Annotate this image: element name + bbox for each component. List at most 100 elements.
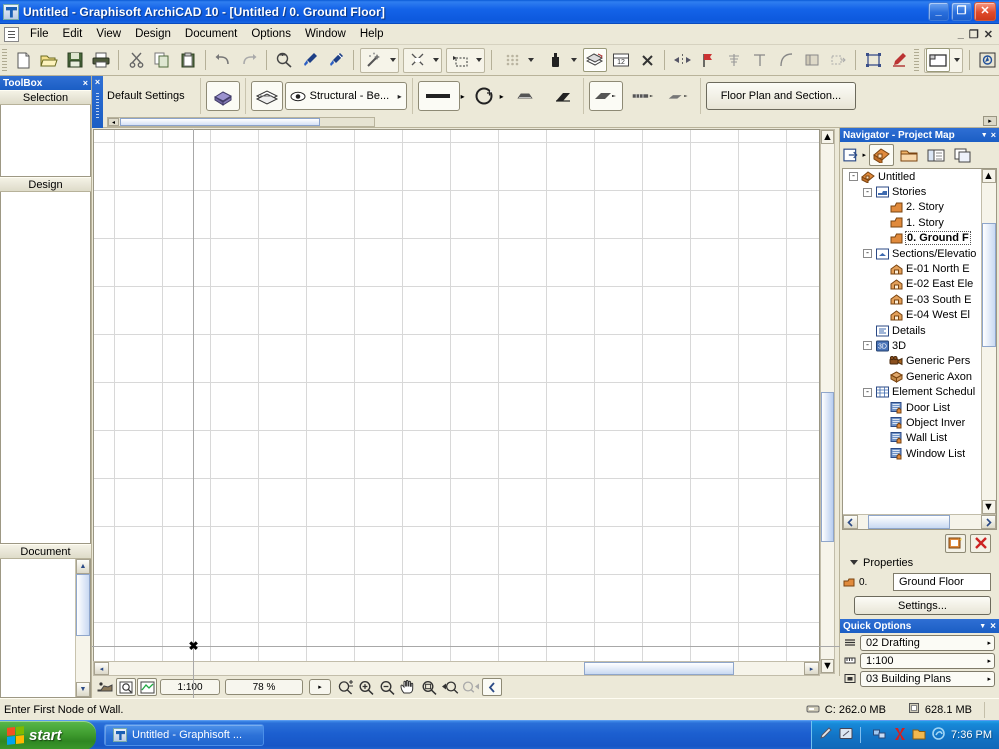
navigator-organizer-button[interactable]: ▸ xyxy=(842,144,867,166)
new-file-button[interactable] xyxy=(11,48,35,72)
canvas-hscroll-thumb[interactable] xyxy=(584,662,734,675)
info-box-grip[interactable]: × xyxy=(92,76,103,128)
canvas-scroll-right[interactable]: ▸ xyxy=(804,662,819,675)
zoom-scale-button[interactable] xyxy=(335,678,355,696)
offset-dropdown-arrow[interactable] xyxy=(473,49,484,71)
window-layout-button[interactable] xyxy=(926,48,950,72)
maximize-button[interactable]: ❐ xyxy=(951,2,972,21)
magic-wand-dropdown-arrow[interactable] xyxy=(387,49,398,71)
tree-item[interactable]: Details xyxy=(843,323,981,338)
tree-item[interactable]: Wall List xyxy=(843,431,981,446)
menu-item-view[interactable]: View xyxy=(89,26,128,42)
annotate-button[interactable] xyxy=(887,48,911,72)
toolbox-design-items[interactable] xyxy=(0,192,91,544)
toolbox-scroll-thumb[interactable] xyxy=(76,574,90,636)
pan-button[interactable] xyxy=(398,678,418,696)
tray-network-icon[interactable] xyxy=(873,727,887,743)
canvas-vscroll-track[interactable] xyxy=(821,144,834,659)
tree-vscroll-track[interactable] xyxy=(982,183,996,500)
zoom-out-button[interactable] xyxy=(377,678,397,696)
mdi-restore-button[interactable]: ❐ xyxy=(969,28,979,41)
tree-item[interactable]: 1. Story xyxy=(843,215,981,230)
project-map-tree-items[interactable]: - Untitled - Stories 2. Story 1. Story 0. Grou… xyxy=(843,169,981,514)
open-file-button[interactable] xyxy=(37,48,61,72)
menu-item-options[interactable]: Options xyxy=(244,26,298,42)
tree-expander-icon[interactable]: - xyxy=(863,249,872,259)
tree-expander-icon[interactable]: - xyxy=(849,172,858,182)
tree-expander-icon[interactable]: - xyxy=(863,341,872,351)
tree-vertical-scrollbar[interactable]: ▲ ▼ xyxy=(981,169,996,514)
trim-dropdown-arrow[interactable] xyxy=(430,49,441,71)
tray-pen-icon[interactable] xyxy=(819,727,832,743)
quick-options-close-icon[interactable]: × xyxy=(990,621,996,632)
fillet-button[interactable] xyxy=(774,48,798,72)
tree-item[interactable]: E-01 North E xyxy=(843,261,981,276)
tree-item[interactable]: Door List xyxy=(843,400,981,415)
scale-arrow[interactable]: ▸ xyxy=(987,657,991,665)
geometry-straight-wall-button[interactable] xyxy=(588,81,623,111)
print-button[interactable] xyxy=(89,48,113,72)
collapse-statusbar-button[interactable] xyxy=(482,678,502,696)
close-button[interactable]: ✕ xyxy=(974,2,996,21)
zoom-field[interactable]: 78 % xyxy=(225,679,303,695)
zoom-in-button[interactable] xyxy=(356,678,376,696)
tree-item[interactable]: - Element Schedul xyxy=(843,384,981,399)
story-name-input[interactable]: Ground Floor xyxy=(893,573,991,591)
toolbox-document-pane[interactable] xyxy=(1,559,75,697)
toolbox-scroll-track[interactable] xyxy=(76,574,90,682)
mesh-button[interactable] xyxy=(500,48,524,72)
info-box-scroll-left[interactable]: ◂ xyxy=(108,118,119,126)
scale-field[interactable]: 1:100 xyxy=(160,679,220,695)
taskbar-item-archicad[interactable]: Untitled - Graphisoft ... xyxy=(104,724,264,746)
info-box-close-icon[interactable]: × xyxy=(95,78,100,87)
offset-button[interactable] xyxy=(448,48,472,72)
tree-item[interactable]: Window List xyxy=(843,446,981,461)
toolbox-section-document[interactable]: Document xyxy=(0,544,91,559)
mesh-dropdown-arrow[interactable] xyxy=(525,49,536,71)
tree-scroll-up[interactable]: ▲ xyxy=(982,169,996,183)
quick-options-dropdown-icon[interactable]: ▼ xyxy=(979,623,986,630)
publish-button[interactable] xyxy=(137,678,157,696)
pen-dropdown-arrow[interactable]: ▸ xyxy=(461,92,465,101)
mdi-close-button[interactable]: ✕ xyxy=(984,28,993,41)
properties-header[interactable]: Properties xyxy=(840,554,999,571)
toolbox-section-selection[interactable]: Selection xyxy=(0,90,91,105)
tree-item[interactable]: Generic Pers xyxy=(843,354,981,369)
geometry-chained-wall-button[interactable] xyxy=(627,81,659,111)
tree-scroll-left[interactable] xyxy=(843,515,858,529)
zoom-dropdown-button[interactable]: ▸ xyxy=(309,679,331,695)
toolbox-scrollbar[interactable]: ▲ ▼ xyxy=(75,559,90,697)
canvas-vertical-scrollbar[interactable]: ▲ ▼ xyxy=(820,129,835,674)
layout-book-button[interactable] xyxy=(923,144,948,166)
start-button[interactable]: start xyxy=(0,720,96,749)
taskbar-clock[interactable]: 7:36 PM xyxy=(951,729,992,741)
info-box-scrollbar[interactable]: ◂ xyxy=(107,117,375,127)
info-box-scroll-thumb[interactable] xyxy=(120,118,320,126)
tree-item[interactable]: Object Inver xyxy=(843,415,981,430)
layer-combination-arrow[interactable]: ▸ xyxy=(987,639,991,647)
copy-button[interactable] xyxy=(150,48,174,72)
tree-vscroll-thumb[interactable] xyxy=(982,223,996,347)
toolbar-grip[interactable] xyxy=(2,49,7,71)
mdi-minimize-button[interactable]: _ xyxy=(958,28,964,40)
paint-dropdown-arrow[interactable] xyxy=(568,49,579,71)
canvas-scroll-left[interactable]: ◂ xyxy=(94,662,109,675)
model-view-arrow[interactable]: ▸ xyxy=(987,675,991,683)
tree-scroll-right[interactable] xyxy=(981,515,996,529)
canvas-horizontal-scrollbar[interactable]: ◂ ▸ xyxy=(93,661,820,676)
tree-item[interactable]: 0. Ground F xyxy=(843,231,981,246)
minimize-button[interactable]: _ xyxy=(928,2,949,21)
project-map-tree[interactable]: - Untitled - Stories 2. Story 1. Story 0. Grou… xyxy=(842,168,997,530)
scale-select[interactable]: 1:100 ▸ xyxy=(860,652,995,669)
redo-button[interactable] xyxy=(237,48,261,72)
floor-plan-canvas[interactable] xyxy=(93,129,820,674)
dimension-button[interactable]: 12 xyxy=(609,48,633,72)
navigator-toggle-button[interactable] xyxy=(975,48,999,72)
previous-zoom-button[interactable] xyxy=(440,678,460,696)
tree-scroll-down[interactable]: ▼ xyxy=(982,500,996,514)
layer-combination-select[interactable]: 02 Drafting ▸ xyxy=(860,634,995,651)
tree-item[interactable]: E-02 East Ele xyxy=(843,277,981,292)
toolbox-close-icon[interactable]: × xyxy=(83,78,88,88)
properties-collapse-icon[interactable] xyxy=(850,560,858,565)
toolbox-document-items[interactable]: ▲ ▼ xyxy=(0,559,91,698)
